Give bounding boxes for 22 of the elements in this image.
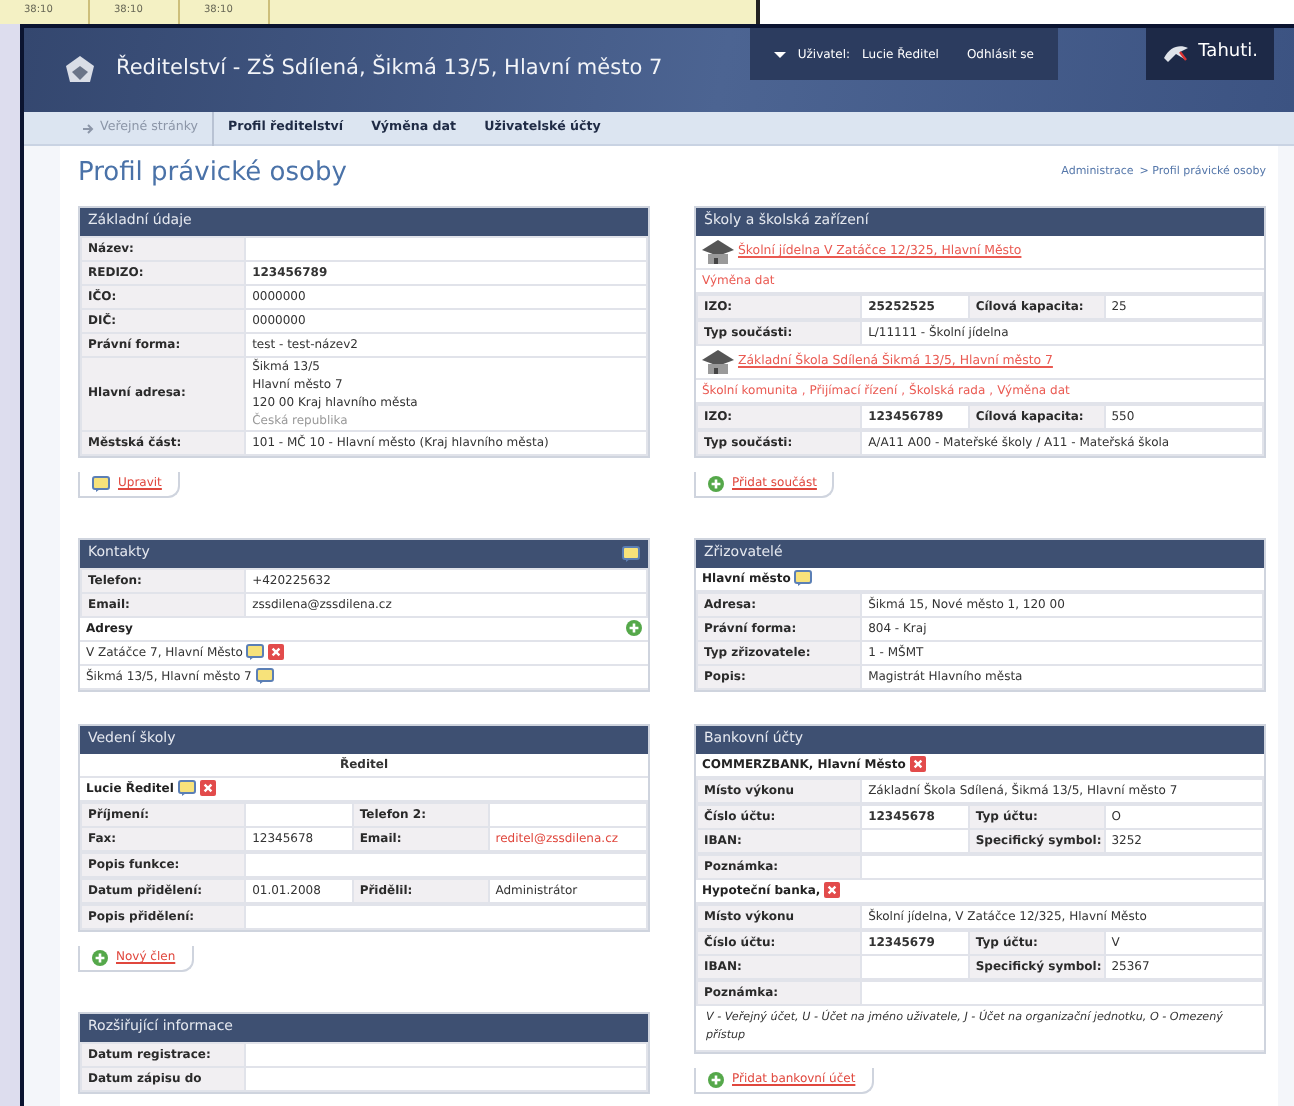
add-icon[interactable]: [626, 620, 642, 637]
school-building-icon: [702, 347, 734, 376]
brand-name: Tahuti.: [1198, 40, 1258, 67]
school-building-icon: [702, 237, 734, 266]
page-title: Profil právické osoby: [78, 158, 347, 190]
logo-icon: [64, 54, 96, 86]
add-icon[interactable]: [708, 475, 724, 492]
delete-icon[interactable]: [824, 882, 841, 899]
note-icon[interactable]: [246, 644, 265, 661]
note-icon[interactable]: [622, 545, 640, 562]
note-icon[interactable]: [92, 475, 110, 492]
arrow-icon: [82, 123, 94, 133]
window-title: Ředitelství - ZŠ Sdílená, Šikmá 13/5, Hlavní město 7: [116, 54, 663, 85]
delete-icon[interactable]: [909, 756, 926, 773]
delete-icon[interactable]: [199, 780, 216, 797]
note-icon[interactable]: [794, 570, 813, 587]
caret-icon[interactable]: [773, 51, 786, 57]
note-icon[interactable]: [255, 668, 274, 685]
delete-icon[interactable]: [268, 644, 285, 661]
note-icon[interactable]: [177, 780, 196, 797]
add-icon[interactable]: [92, 949, 108, 966]
add-icon[interactable]: [708, 1071, 724, 1088]
